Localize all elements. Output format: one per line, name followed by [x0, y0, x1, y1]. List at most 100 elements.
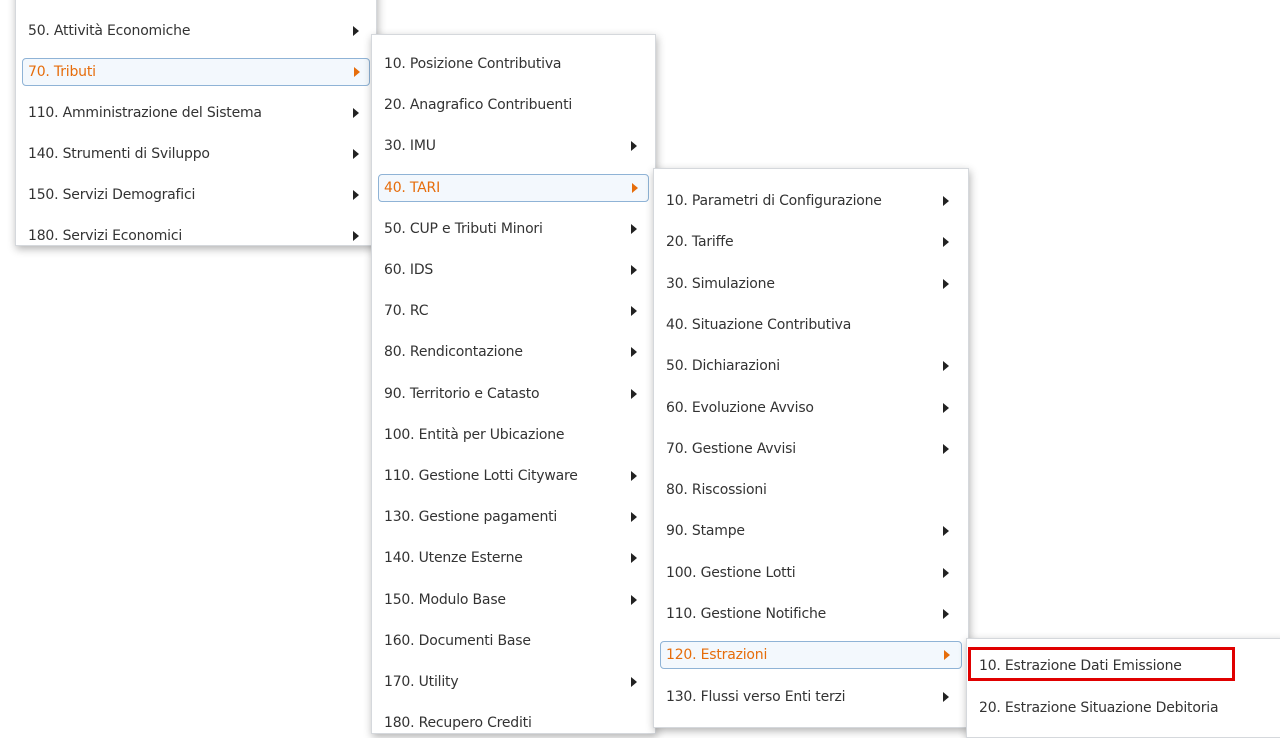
submenu-estrazioni: 10. Estrazione Dati Emissione 20. Estrazi…: [966, 638, 1280, 738]
menu-item-60-evoluzione-avviso[interactable]: 60. Evoluzione Avviso: [660, 394, 962, 422]
menu-item-30-imu[interactable]: 30. IMU: [378, 132, 649, 160]
menu-item-label: 110. Amministrazione del Sistema: [28, 105, 262, 121]
submenu-arrow-icon: [944, 650, 950, 661]
submenu-arrow-icon: [354, 67, 360, 77]
menu-item-70-tributi[interactable]: 70. Tributi: [22, 58, 370, 86]
menu-item-160-documenti-base[interactable]: 160. Documenti Base: [378, 627, 649, 655]
menu-item-label: 40. Situazione Contributiva: [666, 316, 852, 333]
submenu-arrow-icon: [943, 402, 949, 413]
menu-item-140-strumenti-di-sviluppo[interactable]: 140. Strumenti di Sviluppo: [22, 140, 370, 168]
submenu-tari: 10. Parametri di Configurazione 20. Tarif…: [653, 168, 969, 728]
menu-item-label: 60. Evoluzione Avviso: [666, 399, 814, 416]
submenu-arrow-icon: [631, 594, 637, 605]
menu-main: 50. Attività Economiche 70. Tributi 110. A…: [15, 0, 377, 246]
submenu-arrow-icon: [943, 361, 949, 372]
menu-item-170-utility[interactable]: 170. Utility: [378, 668, 649, 696]
menu-item-110-gestione-notifiche[interactable]: 110. Gestione Notifiche: [660, 600, 962, 628]
menu-item-10-parametri-di-configurazione[interactable]: 10. Parametri di Configurazione: [660, 187, 962, 215]
menu-item-180-recupero-crediti[interactable]: 180. Recupero Crediti: [378, 709, 649, 737]
menu-item-110-amministrazione-del-sistema[interactable]: 110. Amministrazione del Sistema: [22, 99, 370, 127]
menu-item-label: 30. IMU: [384, 138, 436, 155]
menu-item-80-riscossioni[interactable]: 80. Riscossioni: [660, 476, 962, 504]
menu-item-130-gestione-pagamenti[interactable]: 130. Gestione pagamenti: [378, 503, 649, 531]
menu-item-150-servizi-demografici[interactable]: 150. Servizi Demografici: [22, 181, 370, 209]
menu-item-140-utenze-esterne[interactable]: 140. Utenze Esterne: [378, 544, 649, 572]
submenu-arrow-icon: [353, 231, 359, 241]
menu-item-label: 80. Rendicontazione: [384, 344, 523, 361]
submenu-arrow-icon: [943, 443, 949, 454]
menu-item-label: 130. Flussi verso Enti terzi: [666, 688, 846, 705]
menu-item-label: 160. Documenti Base: [384, 632, 531, 649]
menu-item-label: 60. IDS: [384, 262, 434, 278]
menu-item-label: 70. RC: [384, 303, 429, 320]
menu-item-label: 90. Stampe: [666, 523, 745, 540]
menu-item-label: 140. Utenze Esterne: [384, 550, 523, 567]
menu-item-90-territorio-e-catasto[interactable]: 90. Territorio e Catasto: [378, 380, 649, 408]
submenu-arrow-icon: [943, 567, 949, 578]
menu-item-label: 150. Modulo Base: [384, 591, 506, 608]
menu-item-label: 100. Entità per Ubicazione: [384, 426, 565, 443]
submenu-arrow-icon: [353, 108, 359, 118]
submenu-arrow-icon: [631, 265, 637, 275]
submenu-arrow-icon: [943, 526, 949, 537]
menu-item-label: 180. Servizi Economici: [28, 228, 183, 244]
submenu-arrow-icon: [631, 306, 637, 317]
menu-item-90-stampe[interactable]: 90. Stampe: [660, 517, 962, 545]
submenu-arrow-icon: [943, 691, 949, 702]
submenu-arrow-icon: [943, 196, 949, 206]
menu-item-60-ids[interactable]: 60. IDS: [378, 256, 649, 284]
menu-item-150-modulo-base[interactable]: 150. Modulo Base: [378, 586, 649, 614]
submenu-arrow-icon: [631, 347, 637, 358]
menu-item-label: 110. Gestione Notifiche: [666, 606, 827, 622]
menu-item-40-situazione-contributiva[interactable]: 40. Situazione Contributiva: [660, 311, 962, 339]
submenu-arrow-icon: [631, 471, 637, 481]
menu-item-40-tari[interactable]: 40. TARI: [378, 173, 649, 202]
submenu-arrow-icon: [353, 26, 359, 36]
menu-item-label: 90. Territorio e Catasto: [384, 385, 540, 402]
menu-item-label: 100. Gestione Lotti: [666, 564, 796, 581]
menu-item-label: 30. Simulazione: [666, 275, 775, 292]
menu-item-label: 170. Utility: [384, 674, 459, 690]
menu-item-label: 10. Estrazione Dati Emissione: [979, 658, 1182, 674]
menu-item-20-estrazione-situazione-debitoria[interactable]: 20. Estrazione Situazione Debitoria: [973, 694, 1279, 722]
submenu-arrow-icon: [353, 190, 359, 200]
submenu-arrow-icon: [631, 223, 637, 234]
menu-item-180-servizi-economici[interactable]: 180. Servizi Economici: [22, 222, 370, 250]
submenu-arrow-icon: [631, 388, 637, 399]
submenu-arrow-icon: [943, 278, 949, 289]
menu-item-20-tariffe[interactable]: 20. Tariffe: [660, 228, 962, 256]
menu-item-50-cup-e-tributi-minori[interactable]: 50. CUP e Tributi Minori: [378, 215, 649, 243]
submenu-arrow-icon: [943, 237, 949, 248]
menu-item-label: 20. Tariffe: [666, 234, 734, 251]
submenu-arrow-icon: [631, 141, 637, 152]
menu-item-label: 50. Attività Economiche: [28, 23, 191, 39]
menu-item-label: 20. Estrazione Situazione Debitoria: [979, 700, 1219, 716]
menu-item-100-entit-per-ubicazione[interactable]: 100. Entità per Ubicazione: [378, 421, 649, 449]
menu-item-120-estrazioni[interactable]: 120. Estrazioni: [660, 641, 962, 670]
menu-item-130-flussi-verso-enti-terzi[interactable]: 130. Flussi verso Enti terzi: [660, 683, 962, 711]
menu-item-100-gestione-lotti[interactable]: 100. Gestione Lotti: [660, 559, 962, 587]
menu-item-80-rendicontazione[interactable]: 80. Rendicontazione: [378, 338, 649, 366]
menu-item-30-simulazione[interactable]: 30. Simulazione: [660, 270, 962, 298]
menu-item-label: 70. Tributi: [28, 64, 96, 80]
menu-item-label: 130. Gestione pagamenti: [384, 509, 558, 526]
submenu-arrow-icon: [943, 609, 949, 619]
menu-item-20-anagrafico-contribuenti[interactable]: 20. Anagrafico Contribuenti: [378, 91, 649, 119]
menu-item-label: 80. Riscossioni: [666, 482, 767, 499]
menu-item-70-rc[interactable]: 70. RC: [378, 297, 649, 325]
menu-item-50-attivit-economiche[interactable]: 50. Attività Economiche: [22, 17, 370, 45]
menu-item-10-estrazione-dati-emissione[interactable]: 10. Estrazione Dati Emissione: [973, 652, 1279, 680]
menu-item-label: 20. Anagrafico Contribuenti: [384, 97, 573, 114]
menu-item-label: 10. Parametri di Configurazione: [666, 193, 882, 209]
submenu-arrow-icon: [631, 512, 637, 523]
menu-item-label: 140. Strumenti di Sviluppo: [28, 146, 210, 162]
menu-item-label: 50. CUP e Tributi Minori: [384, 220, 543, 237]
menu-item-label: 40. TARI: [384, 179, 441, 196]
menu-item-label: 150. Servizi Demografici: [28, 187, 196, 203]
menu-item-70-gestione-avvisi[interactable]: 70. Gestione Avvisi: [660, 435, 962, 463]
menu-item-50-dichiarazioni[interactable]: 50. Dichiarazioni: [660, 352, 962, 380]
menu-item-110-gestione-lotti-cityware[interactable]: 110. Gestione Lotti Cityware: [378, 462, 649, 490]
menu-item-label: 50. Dichiarazioni: [666, 358, 780, 375]
submenu-arrow-icon: [353, 149, 359, 159]
menu-item-10-posizione-contributiva[interactable]: 10. Posizione Contributiva: [378, 50, 649, 78]
